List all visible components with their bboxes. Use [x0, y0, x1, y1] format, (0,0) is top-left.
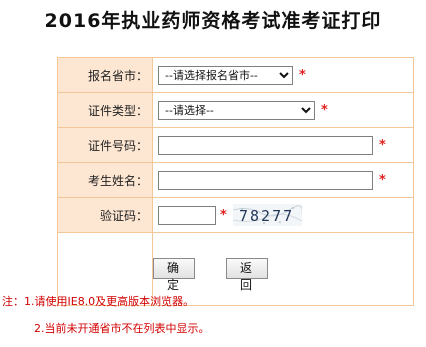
- name-input[interactable]: [158, 171, 373, 190]
- cert-no-required-mark: *: [379, 138, 386, 153]
- cert-type-label: 证件类型：: [57, 92, 153, 128]
- name-required-mark: *: [379, 173, 386, 188]
- cert-type-select[interactable]: --请选择--: [158, 101, 315, 120]
- note-line-1: 注：1.请使用IE8.0及更高版本浏览器。: [2, 295, 195, 308]
- page-title: 2016年执业药师资格考试准考证打印: [44, 10, 382, 32]
- captcha-input[interactable]: [158, 205, 216, 225]
- name-label: 考生姓名：: [57, 162, 153, 198]
- cert-no-row: 证件号码： *: [57, 127, 414, 163]
- name-row: 考生姓名： *: [57, 162, 414, 198]
- province-required-mark: *: [299, 68, 306, 83]
- captcha-required-mark: *: [220, 207, 227, 223]
- captcha-row: 验证码： * 78277: [57, 197, 414, 233]
- back-button[interactable]: 返 回: [226, 258, 268, 292]
- captcha-text: 78277: [239, 207, 294, 225]
- cert-no-label: 证件号码：: [57, 127, 153, 163]
- ok-button[interactable]: 确 定: [153, 258, 195, 292]
- province-row: 报名省市： --请选择报名省市-- *: [57, 57, 414, 93]
- captcha-image[interactable]: 78277: [232, 204, 302, 226]
- cert-type-row: 证件类型： --请选择-- *: [57, 92, 414, 128]
- captcha-label: 验证码：: [57, 197, 153, 233]
- cert-type-required-mark: *: [321, 103, 328, 118]
- button-group: 确 定返 回: [153, 258, 268, 293]
- cert-no-input[interactable]: [158, 136, 373, 155]
- note-line-2: 2.当前未开通省市不在列表中显示。: [34, 322, 210, 335]
- province-label: 报名省市：: [57, 57, 153, 93]
- province-select[interactable]: --请选择报名省市--: [158, 66, 293, 85]
